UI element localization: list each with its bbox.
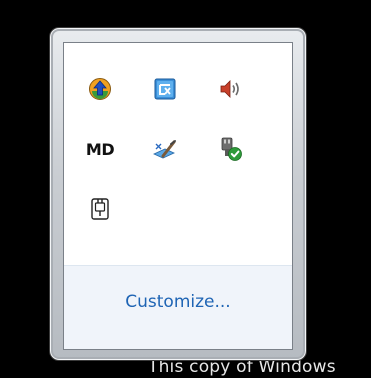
upload-arrow-icon[interactable] (84, 73, 116, 105)
md-label: MD (85, 139, 115, 159)
notification-area-overflow-flyout: MD Customize... (49, 27, 307, 361)
speaker-volume-icon[interactable] (214, 73, 246, 105)
language-bar-icon[interactable] (149, 73, 181, 105)
flyout-content-panel: MD Customize... (63, 42, 293, 350)
tray-icon-grid: MD (64, 43, 292, 265)
md-text-icon[interactable]: MD (84, 133, 116, 165)
pen-tablet-icon[interactable] (149, 133, 181, 165)
safely-remove-hardware-icon[interactable] (214, 133, 246, 165)
power-plug-icon[interactable] (84, 193, 116, 225)
customize-link[interactable]: Customize... (64, 292, 292, 312)
desktop: This copy of Windows MD Customize... (0, 0, 371, 378)
customize-footer: Customize... (64, 265, 292, 349)
